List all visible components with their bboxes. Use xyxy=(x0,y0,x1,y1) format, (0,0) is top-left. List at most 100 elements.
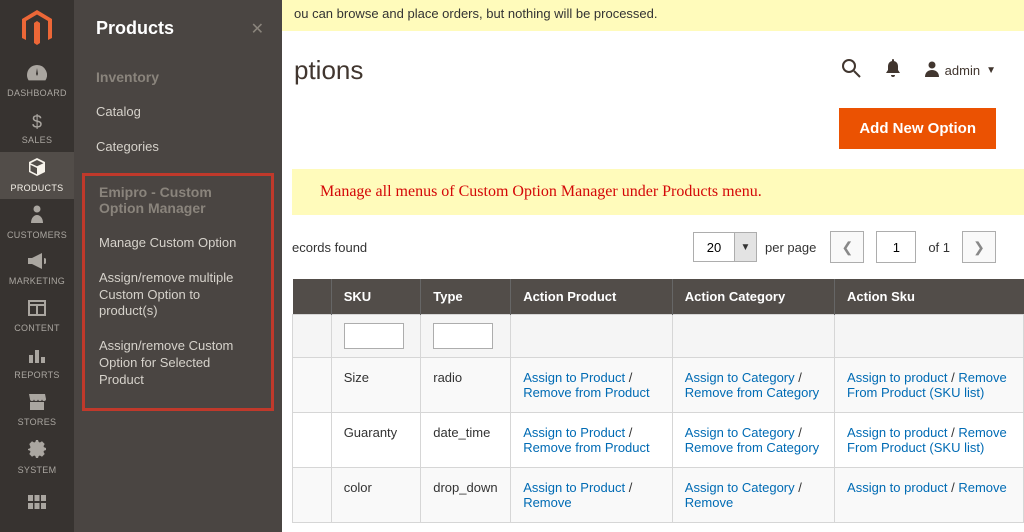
table-header-row: SKU Type Action Product Action Category … xyxy=(293,279,1024,315)
table-row[interactable]: Guaranty date_time Assign to Product / R… xyxy=(293,413,1024,468)
filter-sku[interactable] xyxy=(344,323,404,349)
admin-sidebar: DASHBOARD $ SALES PRODUCTS CUSTOMERS MAR… xyxy=(0,0,74,532)
bar-chart-icon xyxy=(28,347,46,368)
records-found: ecords found xyxy=(292,240,367,255)
page-title: ptions xyxy=(294,55,363,86)
callout-banner: Manage all menus of Custom Option Manage… xyxy=(292,169,1024,215)
nav-reports[interactable]: REPORTS xyxy=(0,340,74,387)
per-page-dropdown[interactable]: ▼ xyxy=(735,232,757,262)
nav-label: STORES xyxy=(18,417,57,427)
cell-sku: color xyxy=(331,468,421,523)
filter-type[interactable] xyxy=(433,323,493,349)
col-action-product[interactable]: Action Product xyxy=(511,279,673,315)
add-new-option-button[interactable]: Add New Option xyxy=(839,108,996,149)
nav-label: REPORTS xyxy=(14,370,59,380)
assign-category-link[interactable]: Assign to Category xyxy=(685,425,795,440)
options-grid: SKU Type Action Product Action Category … xyxy=(292,279,1024,523)
store-icon xyxy=(28,394,46,415)
cell-type: date_time xyxy=(421,413,511,468)
assign-category-link[interactable]: Assign to Category xyxy=(685,370,795,385)
assign-sku-link[interactable]: Assign to product xyxy=(847,480,947,495)
search-icon[interactable] xyxy=(841,58,861,83)
layout-icon xyxy=(28,300,46,321)
products-flyout: Products ✕ Inventory Catalog Categories … xyxy=(74,0,282,532)
cell-sku: Size xyxy=(331,358,421,413)
table-row[interactable]: Size radio Assign to Product / Remove fr… xyxy=(293,358,1024,413)
nav-label: CONTENT xyxy=(14,323,60,333)
flyout-link-assign-multi[interactable]: Assign/remove multiple Custom Option to … xyxy=(85,261,271,330)
magento-logo[interactable] xyxy=(0,0,74,58)
remove-product-link[interactable]: Remove xyxy=(523,495,571,510)
user-icon xyxy=(925,61,939,80)
remove-category-link[interactable]: Remove xyxy=(685,495,733,510)
user-menu[interactable]: admin ▼ xyxy=(925,61,996,80)
flyout-header: Products ✕ xyxy=(74,0,282,51)
flyout-section-inventory: Inventory xyxy=(74,51,282,95)
nav-system[interactable]: SYSTEM xyxy=(0,434,74,481)
gear-icon xyxy=(28,440,46,463)
nav-label: MARKETING xyxy=(9,276,65,286)
nav-label: PRODUCTS xyxy=(11,183,64,193)
nav-customers[interactable]: CUSTOMERS xyxy=(0,199,74,246)
dollar-icon: $ xyxy=(32,112,42,133)
nav-label: SALES xyxy=(22,135,53,145)
remove-sku-link[interactable]: Remove xyxy=(958,480,1006,495)
col-sku[interactable]: SKU xyxy=(331,279,421,315)
remove-category-link[interactable]: Remove from Category xyxy=(685,385,819,400)
col-type[interactable]: Type xyxy=(421,279,511,315)
logo-icon xyxy=(21,10,53,48)
flyout-link-categories[interactable]: Categories xyxy=(74,130,282,165)
assign-product-link[interactable]: Assign to Product xyxy=(523,480,625,495)
per-page-input[interactable] xyxy=(693,232,735,262)
cell-type: radio xyxy=(421,358,511,413)
cube-icon xyxy=(28,158,46,181)
col-action-sku[interactable]: Action Sku xyxy=(835,279,1024,315)
chevron-down-icon: ▼ xyxy=(986,65,996,76)
nav-sales[interactable]: $ SALES xyxy=(0,105,74,152)
header-actions: admin ▼ xyxy=(841,58,996,83)
pager: ❮ of 1 ❯ xyxy=(830,231,996,263)
flyout-link-manage[interactable]: Manage Custom Option xyxy=(85,226,271,261)
remove-product-link[interactable]: Remove from Product xyxy=(523,385,649,400)
user-name: admin xyxy=(945,63,980,78)
nav-extensions[interactable] xyxy=(0,481,74,528)
remove-product-link[interactable]: Remove from Product xyxy=(523,440,649,455)
remove-category-link[interactable]: Remove from Category xyxy=(685,440,819,455)
assign-product-link[interactable]: Assign to Product xyxy=(523,370,625,385)
table-row[interactable]: color drop_down Assign to Product / Remo… xyxy=(293,468,1024,523)
assign-product-link[interactable]: Assign to Product xyxy=(523,425,625,440)
next-page-button[interactable]: ❯ xyxy=(962,231,996,263)
nav-content[interactable]: CONTENT xyxy=(0,293,74,340)
filter-row xyxy=(293,315,1024,358)
nav-marketing[interactable]: MARKETING xyxy=(0,246,74,293)
assign-sku-link[interactable]: Assign to product xyxy=(847,370,947,385)
close-icon[interactable]: ✕ xyxy=(251,19,264,39)
col-action-category[interactable]: Action Category xyxy=(672,279,834,315)
prev-page-button[interactable]: ❮ xyxy=(830,231,864,263)
assign-category-link[interactable]: Assign to Category xyxy=(685,480,795,495)
flyout-link-catalog[interactable]: Catalog xyxy=(74,95,282,130)
cell-sku: Guaranty xyxy=(331,413,421,468)
grid-icon xyxy=(28,493,46,514)
page-input[interactable] xyxy=(876,231,916,263)
nav-label: DASHBOARD xyxy=(7,88,67,98)
megaphone-icon xyxy=(28,253,46,274)
bell-icon[interactable] xyxy=(885,59,901,82)
col-checkbox xyxy=(293,279,332,315)
per-page-label: per page xyxy=(765,240,816,255)
flyout-title: Products xyxy=(96,18,174,39)
nav-label: SYSTEM xyxy=(18,465,57,475)
gauge-icon xyxy=(27,65,47,86)
nav-products[interactable]: PRODUCTS xyxy=(0,152,74,199)
page-of-label: of 1 xyxy=(928,240,950,255)
assign-sku-link[interactable]: Assign to product xyxy=(847,425,947,440)
nav-dashboard[interactable]: DASHBOARD xyxy=(0,58,74,105)
nav-label: CUSTOMERS xyxy=(7,230,67,240)
flyout-link-assign-selected[interactable]: Assign/remove Custom Option for Selected… xyxy=(85,329,271,398)
nav-stores[interactable]: STORES xyxy=(0,387,74,434)
per-page-control: ▼ per page xyxy=(693,232,816,262)
records-controls: ▼ per page ❮ of 1 ❯ xyxy=(693,231,996,263)
flyout-section-emipro: Emipro - Custom Option Manager xyxy=(85,176,271,226)
cell-type: drop_down xyxy=(421,468,511,523)
flyout-group-emipro: Emipro - Custom Option Manager Manage Cu… xyxy=(82,173,274,411)
